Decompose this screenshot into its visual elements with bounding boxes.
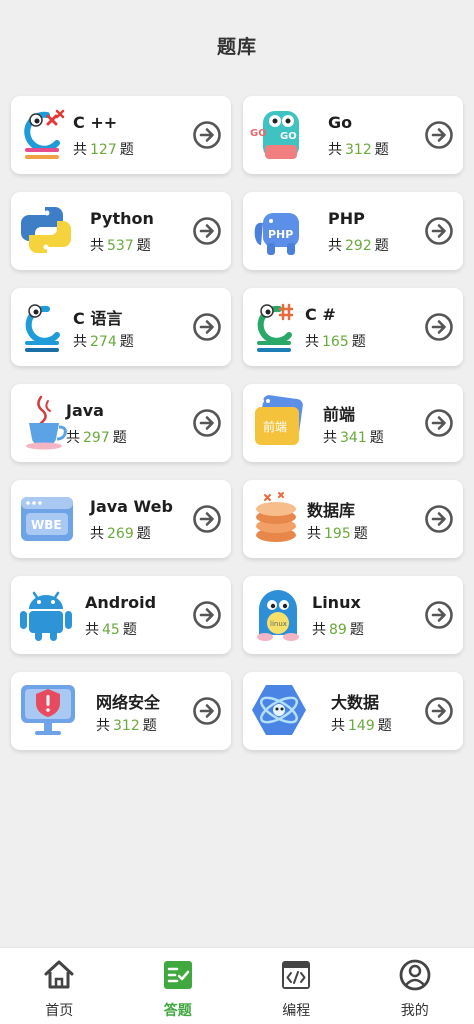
network-security-monitor-icon: [17, 681, 75, 739]
course-count: 共 127 题: [73, 142, 134, 158]
course-card-java[interactable]: Java 共 297 题: [11, 384, 231, 462]
svg-text:PHP: PHP: [268, 228, 293, 241]
arrow-right-circle-icon[interactable]: [192, 600, 222, 630]
course-count: 共 292 题: [328, 238, 389, 254]
course-card-big-data[interactable]: 大数据 共 149 题: [243, 672, 463, 750]
arrow-right-circle-icon[interactable]: [424, 696, 454, 726]
course-name: PHP: [328, 209, 365, 228]
course-count: 共 195 题: [307, 526, 368, 542]
course-name: 数据库: [307, 501, 356, 520]
course-count: 共 274 题: [73, 334, 134, 350]
page-title: 题库: [216, 35, 257, 58]
javaweb-browser-icon: WBE: [17, 489, 75, 547]
user-profile-icon: [398, 958, 432, 992]
arrow-right-circle-icon[interactable]: [192, 408, 222, 438]
course-count: 共 149 题: [331, 718, 392, 734]
cpp-icon: [17, 105, 75, 163]
arrow-right-circle-icon[interactable]: [192, 696, 222, 726]
home-icon: [42, 958, 76, 992]
course-grid: C ++ 共 127 题 GO GO Go 共 312 题 Python 共 5…: [11, 96, 463, 750]
course-name: Python: [90, 209, 154, 228]
course-count: 共 89 题: [312, 622, 364, 638]
svg-text:前端: 前端: [263, 419, 287, 434]
tab-quiz[interactable]: 答题: [119, 948, 238, 1024]
arrow-right-circle-icon[interactable]: [192, 504, 222, 534]
svg-text:linux: linux: [270, 620, 287, 628]
course-card-python[interactable]: Python 共 537 题: [11, 192, 231, 270]
tab-home[interactable]: 首页: [0, 948, 119, 1024]
frontend-window-icon: 前端: [249, 393, 307, 451]
code-window-icon: [279, 958, 313, 992]
course-count: 共 537 题: [90, 238, 151, 254]
arrow-right-circle-icon[interactable]: [192, 312, 222, 342]
course-count: 共 341 题: [323, 430, 384, 446]
course-card-frontend[interactable]: 前端 前端 共 341 题: [243, 384, 463, 462]
course-name: Go: [328, 113, 353, 132]
database-stack-icon: [249, 489, 307, 547]
course-card-cpp[interactable]: C ++ 共 127 题: [11, 96, 231, 174]
course-card-javaweb[interactable]: WBE Java Web 共 269 题: [11, 480, 231, 558]
header: 题库: [0, 0, 474, 90]
python-icon: [17, 201, 75, 259]
arrow-right-circle-icon[interactable]: [424, 120, 454, 150]
course-card-php[interactable]: PHP PHP 共 292 题: [243, 192, 463, 270]
course-count: 共 269 题: [90, 526, 151, 542]
course-card-linux[interactable]: linux Linux 共 89 题: [243, 576, 463, 654]
course-name: 网络安全: [96, 693, 161, 712]
course-card-go[interactable]: GO GO Go 共 312 题: [243, 96, 463, 174]
course-name: Linux: [312, 593, 361, 612]
course-card-network-security[interactable]: 网络安全 共 312 题: [11, 672, 231, 750]
arrow-right-circle-icon[interactable]: [424, 216, 454, 246]
big-data-atom-icon: [249, 681, 307, 739]
course-name: C 语言: [73, 309, 123, 328]
bottom-tab-bar: 首页 答题 编程 我的: [0, 947, 474, 1024]
csharp-icon: [249, 297, 307, 355]
svg-text:GO: GO: [280, 131, 297, 142]
course-count: 共 297 题: [66, 430, 127, 446]
course-card-android[interactable]: Android 共 45 题: [11, 576, 231, 654]
course-count: 共 312 题: [328, 142, 389, 158]
course-name: C ++: [73, 113, 118, 132]
arrow-right-circle-icon[interactable]: [192, 120, 222, 150]
arrow-right-circle-icon[interactable]: [424, 312, 454, 342]
course-count: 共 165 题: [305, 334, 366, 350]
course-name: Android: [85, 593, 157, 612]
course-name: 前端: [323, 405, 356, 424]
arrow-right-circle-icon[interactable]: [424, 504, 454, 534]
svg-text:WBE: WBE: [31, 518, 62, 532]
svg-text:GO: GO: [250, 128, 267, 139]
course-name: C #: [305, 305, 336, 324]
course-count: 共 45 题: [85, 622, 137, 638]
arrow-right-circle-icon[interactable]: [192, 216, 222, 246]
course-name: Java: [66, 401, 104, 420]
course-card-c[interactable]: C 语言 共 274 题: [11, 288, 231, 366]
c-language-icon: [17, 297, 75, 355]
tab-label: 我的: [400, 1003, 429, 1019]
course-name: Java Web: [90, 497, 173, 516]
course-card-csharp[interactable]: C # 共 165 题: [243, 288, 463, 366]
course-name: 大数据: [331, 693, 380, 712]
linux-penguin-icon: linux: [249, 585, 307, 643]
tab-mine[interactable]: 我的: [356, 948, 474, 1024]
tab-label: 编程: [282, 1003, 311, 1019]
arrow-right-circle-icon[interactable]: [424, 600, 454, 630]
arrow-right-circle-icon[interactable]: [424, 408, 454, 438]
tab-code[interactable]: 编程: [237, 948, 356, 1024]
course-count: 共 312 题: [96, 718, 157, 734]
quiz-checklist-icon: [161, 958, 195, 992]
tab-label: 答题: [163, 1003, 192, 1019]
go-gopher-icon: GO GO: [249, 105, 307, 163]
android-robot-icon: [17, 585, 75, 643]
php-elephant-icon: PHP: [249, 201, 307, 259]
tab-label: 首页: [45, 1003, 74, 1019]
course-card-database[interactable]: 数据库 共 195 题: [243, 480, 463, 558]
